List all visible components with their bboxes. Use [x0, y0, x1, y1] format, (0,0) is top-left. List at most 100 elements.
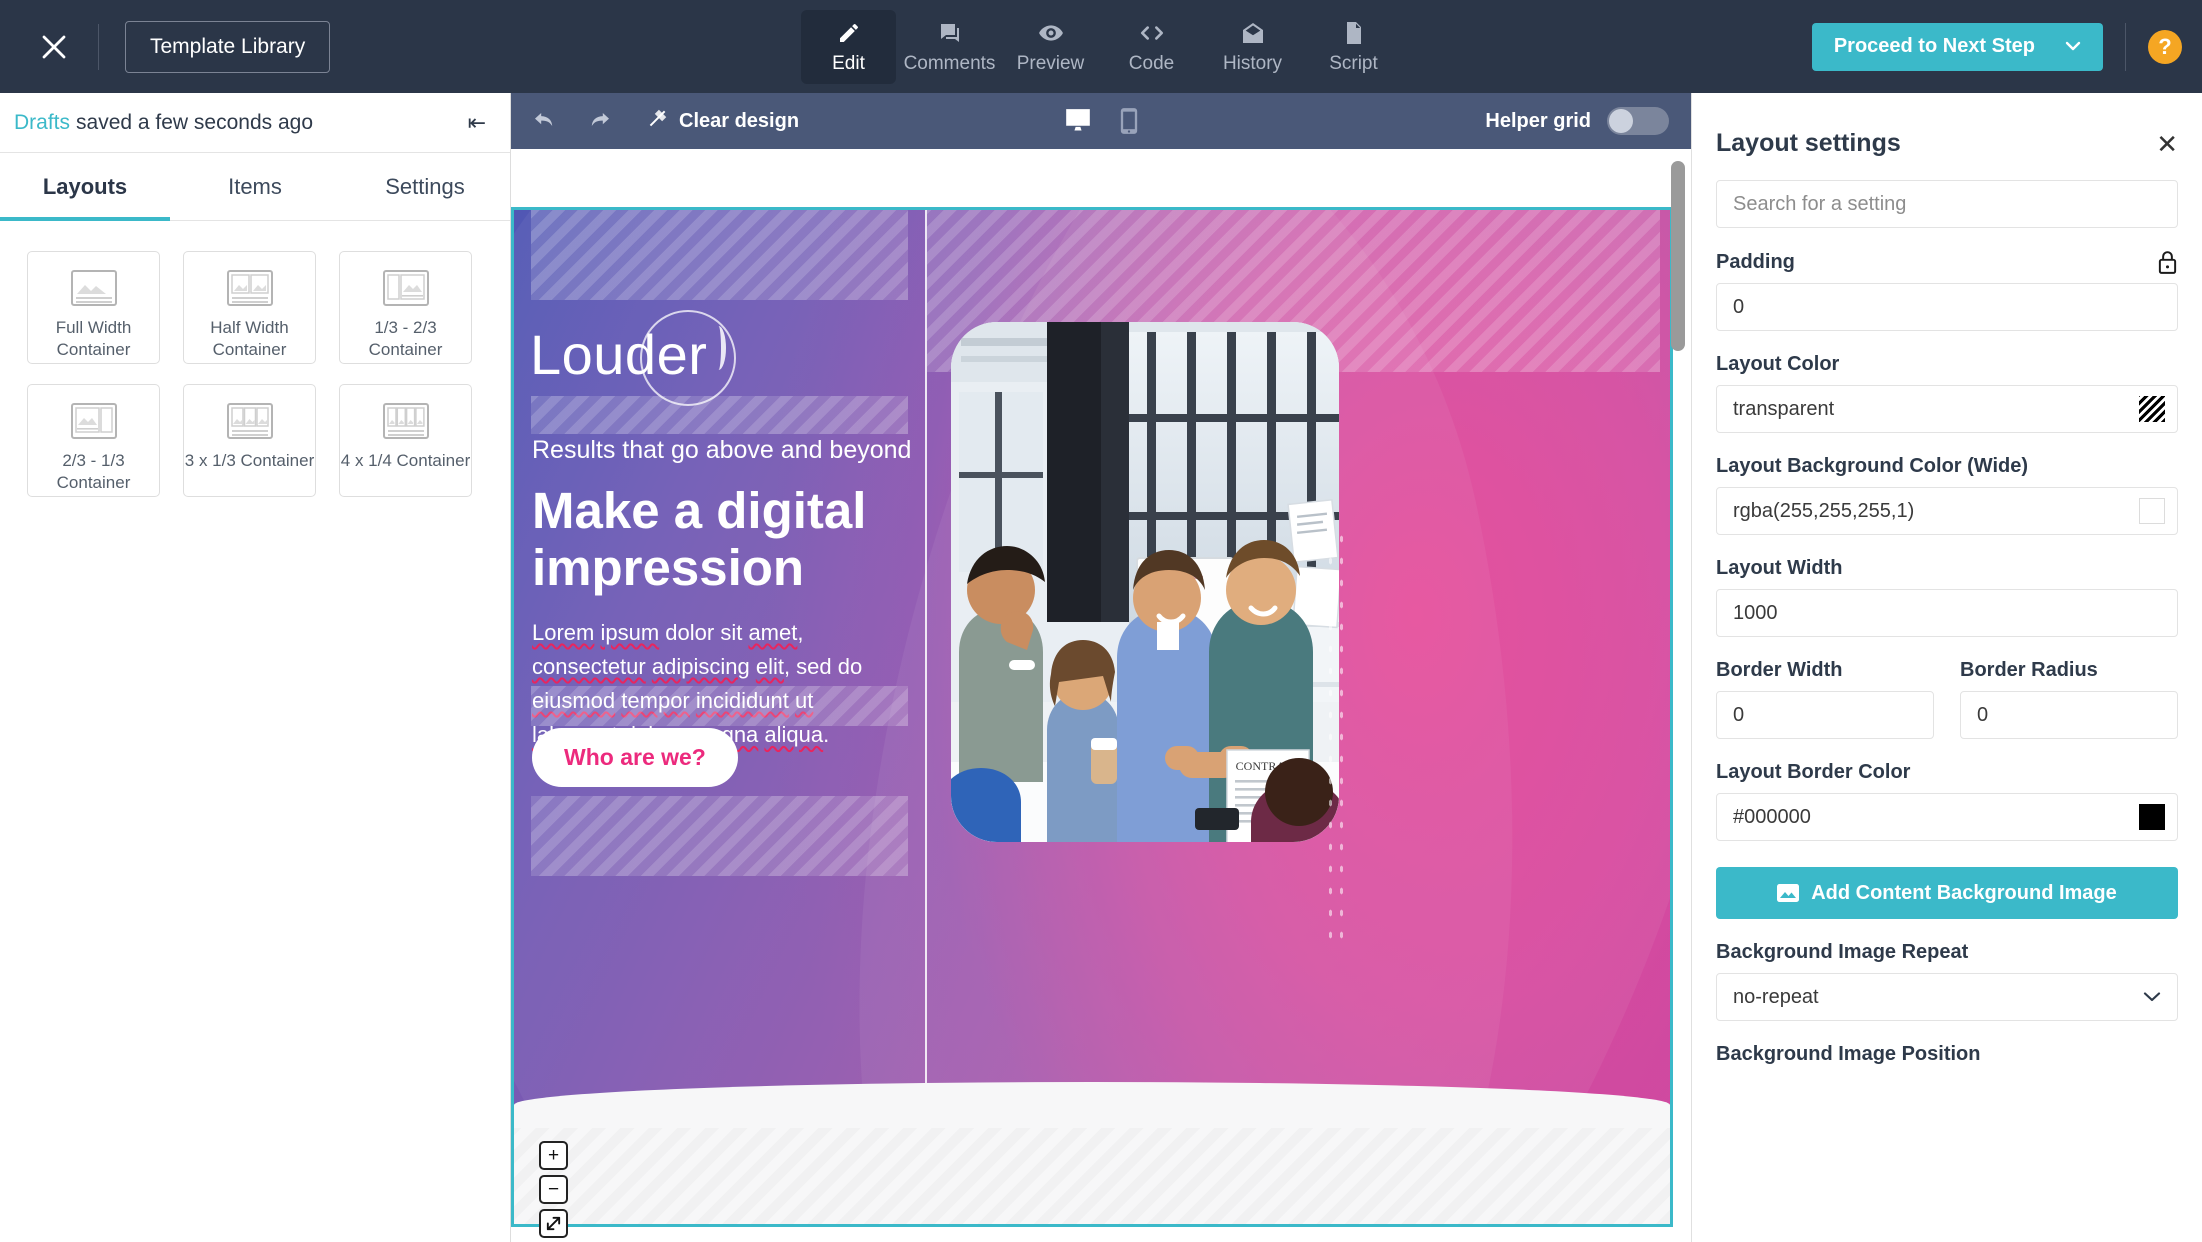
layout-width-value: 1000 [1733, 601, 1778, 624]
search-setting-input[interactable] [1716, 180, 2178, 228]
design-left-column[interactable]: Louder Results that go above and beyond … [514, 210, 925, 1224]
canvas-vertical-scrollbar[interactable] [1671, 149, 1685, 1242]
cta-button[interactable]: Who are we? [532, 728, 738, 787]
pencil-icon [837, 19, 861, 47]
brand-logo[interactable]: Louder [530, 310, 736, 406]
layout-card-full-width[interactable]: Full Width Container [27, 251, 160, 364]
layout-card-twothird-third[interactable]: 2/3 - 1/3 Container [27, 384, 160, 497]
close-editor-button[interactable] [18, 0, 90, 93]
drafts-link[interactable]: Drafts [14, 111, 70, 135]
layout-border-color-input[interactable]: #000000 [1716, 793, 2178, 841]
close-icon[interactable]: ✕ [2156, 131, 2178, 157]
comment-icon [938, 19, 962, 47]
close-icon [39, 32, 69, 62]
placeholder-block-tagline[interactable] [531, 396, 908, 434]
expand-arrows-icon [545, 1215, 562, 1232]
layout-background-color-value: rgba(255,255,255,1) [1733, 499, 1915, 522]
layout-color-label: Layout Color [1716, 353, 1840, 375]
draft-status-row: Drafts saved a few seconds ago ⇤ [0, 93, 510, 153]
undo-icon[interactable] [533, 110, 559, 132]
image-icon [1777, 883, 1800, 903]
clear-design-button[interactable]: Clear design [647, 107, 799, 135]
layout-width-input[interactable]: 1000 [1716, 589, 2178, 637]
tab-comments[interactable]: Comments [902, 10, 997, 84]
body-text-token: Lorem [532, 620, 595, 645]
tab-script[interactable]: Script [1306, 10, 1401, 84]
background-image-repeat-select[interactable]: no-repeat [1716, 973, 2178, 1021]
design-hero-photo[interactable]: CONTRACT [951, 322, 1339, 842]
white-swatch-icon[interactable] [2139, 498, 2165, 524]
layout-card-label: 2/3 - 1/3 Container [56, 451, 131, 493]
collapse-panel-icon[interactable]: ⇤ [468, 111, 486, 134]
chevron-down-icon [2143, 986, 2161, 1009]
padding-input[interactable]: 0 [1716, 283, 2178, 331]
layout-card-third-twothird[interactable]: 1/3 - 2/3 Container [339, 251, 472, 364]
body-text-token: aliqua [764, 722, 824, 748]
template-library-button[interactable]: Template Library [125, 20, 331, 73]
layout-card-label: Full Width Container [55, 318, 132, 360]
scrollbar-thumb[interactable] [1671, 161, 1685, 351]
body-text-token: elit [755, 654, 784, 680]
helper-grid-toggle[interactable] [1607, 107, 1669, 135]
top-bar-right: Proceed to Next Step ? [1811, 0, 2202, 93]
border-width-input[interactable]: 0 [1716, 691, 1934, 739]
layout-color-input[interactable]: transparent [1716, 385, 2178, 433]
three-thirds-container-icon [226, 401, 273, 441]
tab-history[interactable]: History [1205, 10, 1300, 84]
design-headline[interactable]: Make a digital impression [532, 482, 909, 596]
desktop-icon[interactable] [1063, 108, 1093, 134]
layout-background-color-input[interactable]: rgba(255,255,255,1) [1716, 487, 2178, 535]
placeholder-block-bottom[interactable] [531, 796, 908, 876]
top-bar-left: Template Library [0, 0, 331, 93]
sidebar-tab-items[interactable]: Items [170, 153, 340, 220]
top-bar: Template Library Edit Comments Preview C… [0, 0, 2202, 93]
design-bottom-band[interactable] [514, 1128, 1670, 1224]
zoom-fit-button[interactable] [539, 1209, 568, 1238]
border-radius-input[interactable]: 0 [1960, 691, 2178, 739]
add-content-background-image-label: Add Content Background Image [1811, 881, 2117, 904]
redo-icon[interactable] [585, 110, 611, 132]
tab-edit[interactable]: Edit [801, 9, 896, 84]
envelope-open-icon [1241, 19, 1265, 47]
border-width-value: 0 [1733, 703, 1745, 726]
sidebar-tab-layouts[interactable]: Layouts [0, 153, 170, 221]
canvas-area: Clear design Helper grid Louder Results … [511, 93, 1691, 1242]
half-width-container-icon [226, 268, 273, 308]
design-canvas[interactable]: Louder Results that go above and beyond … [511, 207, 1673, 1227]
clear-design-label: Clear design [679, 109, 800, 132]
layout-card-three-thirds[interactable]: 3 x 1/3 Container [183, 384, 316, 497]
help-button[interactable]: ? [2148, 29, 2182, 64]
helper-grid-group: Helper grid [1485, 107, 1669, 135]
design-tagline[interactable]: Results that go above and beyond [532, 436, 911, 465]
photo-illustration: CONTRACT [951, 322, 1339, 842]
draft-saved-text: saved a few seconds ago [76, 110, 314, 134]
tab-preview[interactable]: Preview [1003, 10, 1098, 84]
lock-icon[interactable] [2157, 250, 2178, 274]
sidebar-tab-settings[interactable]: Settings [340, 153, 510, 220]
placeholder-block-top[interactable] [531, 210, 908, 300]
tab-code[interactable]: Code [1104, 10, 1199, 84]
black-swatch-icon[interactable] [2139, 804, 2165, 830]
twothird-third-container-icon [70, 401, 117, 441]
zoom-out-button[interactable]: − [539, 1175, 568, 1204]
mobile-icon[interactable] [1119, 107, 1139, 135]
sidebar-tabs: Layouts Items Settings [0, 153, 510, 221]
body-text-token: consectetur [532, 654, 646, 680]
layout-card-label: Half Width Container [210, 318, 289, 360]
body-text-token: . [823, 722, 830, 748]
body-text-token: amet [748, 620, 798, 645]
proceed-to-next-step-button[interactable]: Proceed to Next Step [1811, 22, 2103, 71]
tab-code-label: Code [1128, 52, 1175, 74]
layout-card-half-width[interactable]: Half Width Container [183, 251, 316, 364]
layout-card-four-quarters[interactable]: 4 x 1/4 Container [339, 384, 472, 497]
layout-border-color-value: #000000 [1733, 805, 1811, 828]
zoom-in-button[interactable]: + [539, 1141, 568, 1170]
zoom-controls: + − [539, 1141, 568, 1238]
transparent-swatch-icon[interactable] [2139, 396, 2165, 422]
border-radius-value: 0 [1977, 703, 1989, 726]
column-split-line [925, 210, 927, 1224]
design-right-column[interactable]: CONTRACT [927, 210, 1670, 1224]
placeholder-block-cta[interactable] [531, 686, 908, 726]
add-content-background-image-button[interactable]: Add Content Background Image [1716, 867, 2178, 919]
layout-border-color-label: Layout Border Color [1716, 761, 1911, 783]
